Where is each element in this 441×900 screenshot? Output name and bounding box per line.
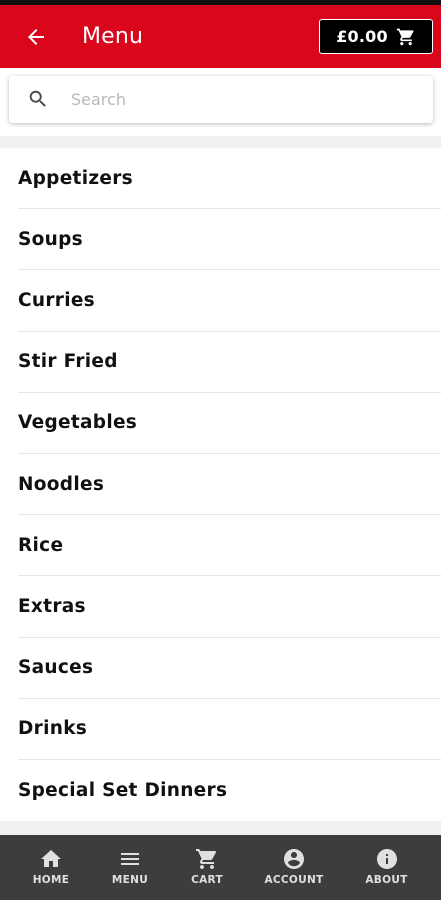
- category-label: Stir Fried: [18, 351, 118, 373]
- category-label: Curries: [18, 289, 95, 311]
- category-label: Vegetables: [18, 412, 138, 434]
- nav-label: CART: [191, 874, 223, 886]
- nav-label: ACCOUNT: [264, 874, 324, 886]
- category-label: Special Set Dinners: [18, 779, 228, 801]
- category-label: Extras: [18, 595, 86, 617]
- category-item-stir-fried[interactable]: Stir Fried: [18, 332, 441, 393]
- category-item-appetizers[interactable]: Appetizers: [18, 148, 441, 210]
- category-item-curries[interactable]: Curries: [18, 270, 441, 332]
- search-icon: [29, 90, 46, 107]
- category-item-drinks[interactable]: Drinks: [18, 699, 441, 760]
- nav-label: HOME: [32, 874, 70, 886]
- app-bar: Menu £0.00: [0, 5, 441, 68]
- category-label: Sauces: [18, 657, 94, 679]
- category-label: Soups: [18, 228, 83, 250]
- category-item-vegetables[interactable]: Vegetables: [18, 393, 441, 454]
- category-item-extras[interactable]: Extras: [18, 576, 441, 638]
- cart-total-button[interactable]: £0.00: [319, 19, 433, 54]
- nav-account[interactable]: ACCOUNT: [256, 835, 332, 900]
- arrow-back-icon: [28, 29, 44, 45]
- nav-label: ABOUT: [365, 874, 408, 886]
- page-title: Menu: [82, 24, 144, 49]
- nav-home[interactable]: HOME: [0, 835, 102, 900]
- category-item-rice[interactable]: Rice: [18, 515, 441, 577]
- nav-cart[interactable]: CART: [158, 835, 256, 900]
- cart-total-amount: £0.00: [336, 27, 388, 46]
- section-divider: [0, 136, 441, 148]
- cart-icon: [196, 849, 217, 869]
- nav-menu[interactable]: MENU: [102, 835, 158, 900]
- category-item-noodles[interactable]: Noodles: [18, 454, 441, 516]
- search-section: [0, 68, 441, 136]
- category-label: Drinks: [18, 718, 88, 740]
- category-item-sauces[interactable]: Sauces: [18, 638, 441, 699]
- back-button[interactable]: [18, 19, 54, 55]
- nav-label: MENU: [111, 874, 149, 886]
- menu-icon: [121, 853, 139, 865]
- category-label: Noodles: [18, 473, 105, 495]
- shopping-cart-icon: [396, 28, 414, 45]
- home-icon: [41, 850, 61, 867]
- category-list: Appetizers Soups Curries Stir Fried Vege…: [0, 148, 441, 821]
- search-bar: [9, 76, 433, 123]
- category-label: Appetizers: [18, 167, 133, 189]
- nav-about[interactable]: ABOUT: [332, 835, 441, 900]
- search-input[interactable]: [69, 82, 419, 117]
- category-label: Rice: [18, 534, 64, 556]
- account-icon: [284, 849, 304, 869]
- info-icon: [376, 849, 397, 869]
- category-item-soups[interactable]: Soups: [18, 209, 441, 271]
- bottom-spacer: [0, 821, 441, 835]
- bottom-navigation: HOME MENU CART ACCOUNT ABOUT: [0, 835, 441, 900]
- category-item-special-set-dinners[interactable]: Special Set Dinners: [18, 760, 441, 821]
